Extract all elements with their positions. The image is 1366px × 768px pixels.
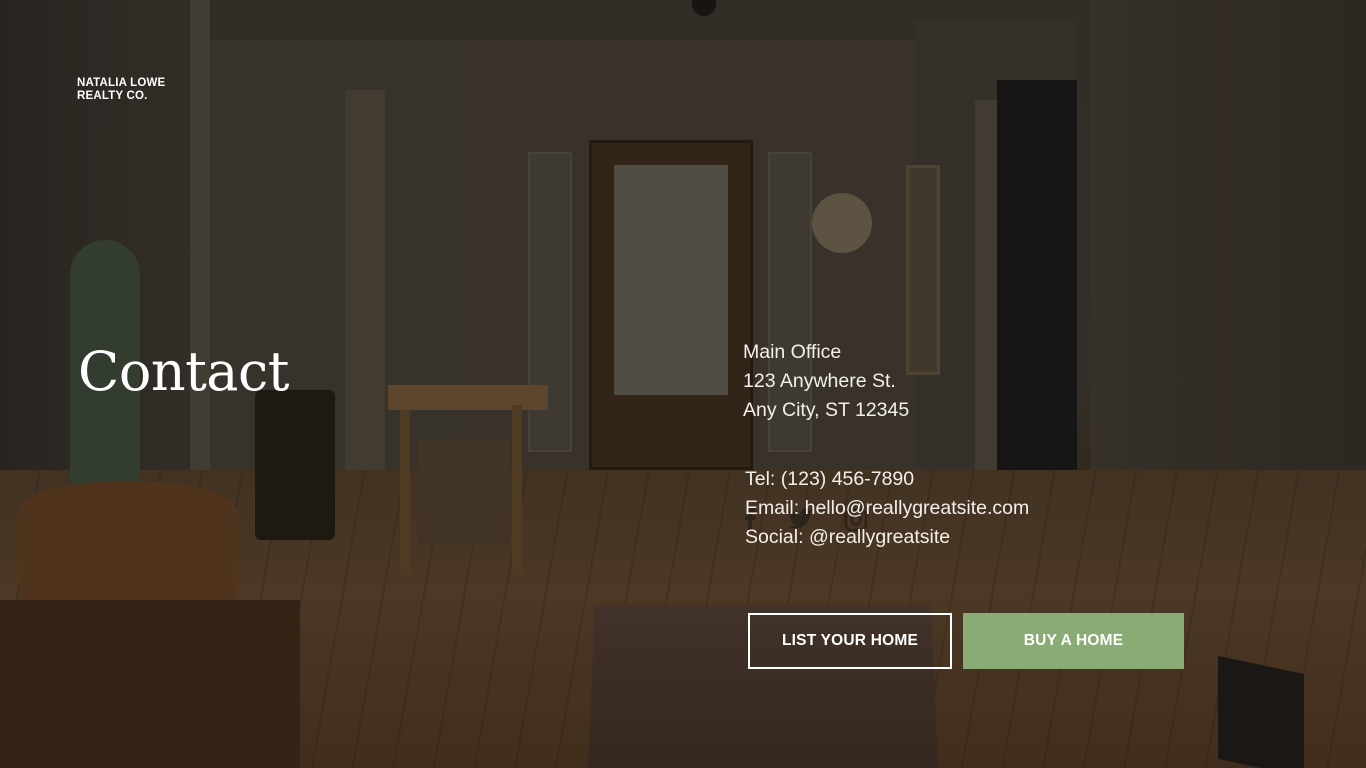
social-handle-text[interactable]: Social: @reallygreatsite (745, 523, 1029, 552)
office-street: 123 Anywhere St. (743, 370, 896, 392)
office-address: Main Office 123 Anywhere St. Any City, S… (743, 338, 909, 425)
buy-a-home-button[interactable]: BUY A HOME (963, 613, 1184, 669)
email-text[interactable]: Email: hello@reallygreatsite.com (745, 494, 1029, 523)
brand-line-2: REALTY CO. (77, 90, 148, 102)
page-title: Contact (78, 340, 289, 403)
brand-logo: NATALIA LOWE REALTY CO. (77, 77, 165, 103)
contact-details: Tel: (123) 456-7890 Email: hello@reallyg… (745, 465, 1029, 552)
office-name: Main Office (743, 341, 842, 363)
office-city: Any City, ST 12345 (743, 399, 910, 421)
phone-text: Tel: (123) 456-7890 (745, 468, 915, 490)
list-your-home-button[interactable]: LIST YOUR HOME (748, 613, 952, 669)
brand-line-1: NATALIA LOWE (77, 77, 166, 89)
